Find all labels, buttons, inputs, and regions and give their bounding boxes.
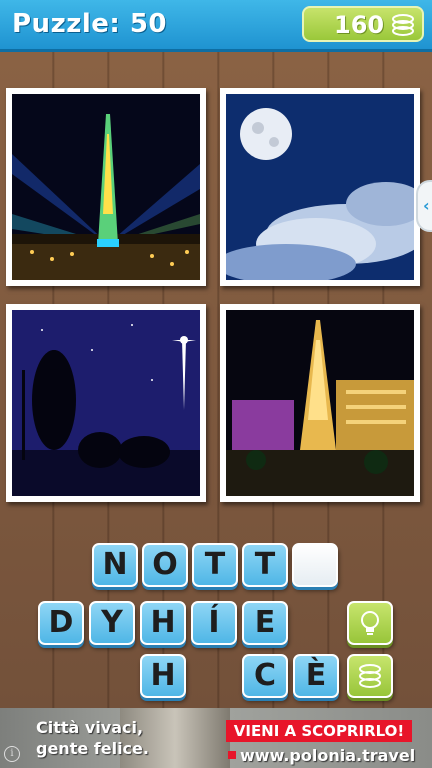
info-icon[interactable]: i <box>4 746 20 762</box>
answer-slot-1[interactable]: N <box>92 543 138 587</box>
chevron-left-icon: ‹ <box>423 196 430 215</box>
moon-clouds-image <box>226 94 414 280</box>
ad-tagline-line1: Città vivaci, <box>36 718 144 737</box>
letter-tile[interactable]: H <box>140 601 186 645</box>
vegas-eiffel-image <box>226 310 414 496</box>
hint-button[interactable] <box>347 601 393 645</box>
letter-tile[interactable]: D <box>38 601 84 645</box>
answer-slot-5[interactable] <box>292 543 338 587</box>
coins-shop-button[interactable] <box>347 654 393 698</box>
ad-tagline-line2: gente felice. <box>36 739 149 758</box>
photo-clue-3[interactable] <box>6 304 206 502</box>
letter-tile[interactable]: È <box>293 654 339 698</box>
tv-tower-image <box>12 94 200 280</box>
coins-value: 160 <box>334 11 385 39</box>
photo-clue-2[interactable] <box>220 88 420 286</box>
ad-tagline: Città vivaci, gente felice. <box>36 717 149 759</box>
answer-slot-3[interactable]: T <box>192 543 238 587</box>
coin-stack-icon <box>359 664 381 688</box>
photo-clue-4[interactable] <box>220 304 420 502</box>
letter-tile[interactable]: H <box>140 654 186 698</box>
puzzle-title: Puzzle: 50 <box>12 9 168 39</box>
side-menu-tab[interactable]: ‹ <box>416 180 432 232</box>
ad-url[interactable]: www.polonia.travel <box>240 746 415 765</box>
top-bar: Puzzle: 50 160 <box>0 0 432 52</box>
ad-cta-button[interactable]: VIENI A SCOPRIRLO! <box>226 720 412 742</box>
letter-tile[interactable]: Y <box>89 601 135 645</box>
shepherd-star-image <box>12 310 200 496</box>
letter-tile[interactable]: E <box>242 601 288 645</box>
letter-tile[interactable]: Í <box>191 601 237 645</box>
answer-slot-4[interactable]: T <box>242 543 288 587</box>
coin-stack-icon <box>392 14 414 36</box>
ad-banner[interactable]: Città vivaci, gente felice. VIENI A SCOP… <box>0 708 432 768</box>
letter-tile[interactable]: C <box>242 654 288 698</box>
ad-bullet <box>228 751 236 759</box>
photo-clue-1[interactable] <box>6 88 206 286</box>
answer-slot-2[interactable]: O <box>142 543 188 587</box>
coins-counter[interactable]: 160 <box>302 6 424 42</box>
lightbulb-icon <box>361 611 379 635</box>
